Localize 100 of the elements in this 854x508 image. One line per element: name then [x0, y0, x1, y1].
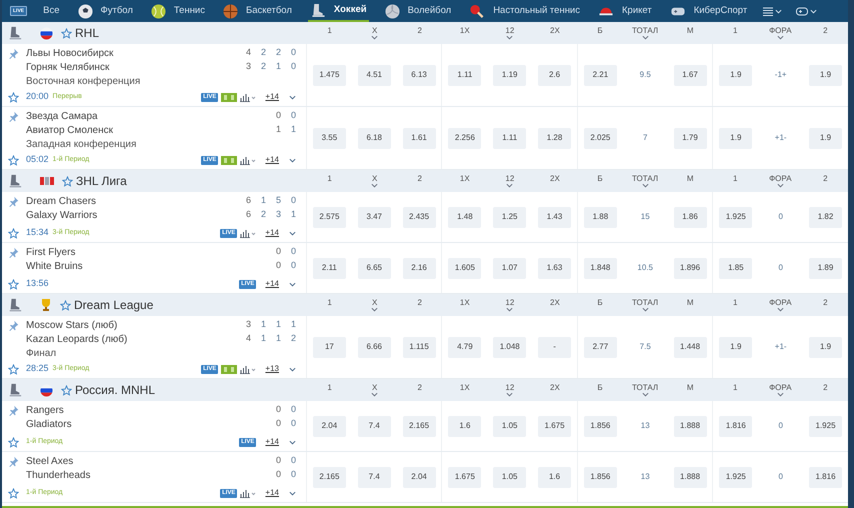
odds-button[interactable]: 6.18	[358, 128, 391, 148]
star-icon[interactable]	[60, 300, 71, 310]
sport-tab[interactable]: КиберСпорт	[668, 0, 750, 22]
column-header-button[interactable]: X	[371, 174, 378, 188]
odds-button[interactable]: 1.89	[809, 258, 842, 278]
odds-button[interactable]: 1.925	[719, 466, 752, 488]
column-header-button[interactable]: М	[686, 174, 694, 188]
odds-button[interactable]: 1.925	[719, 206, 752, 228]
more-markets-link[interactable]: +14	[265, 154, 279, 166]
sport-tab[interactable]: Футбол	[76, 0, 135, 22]
star-icon[interactable]	[8, 436, 19, 448]
column-header-button[interactable]: 1X	[460, 298, 470, 312]
column-header-button[interactable]: ТОТАЛ	[632, 26, 658, 40]
sport-tab[interactable]: Все	[41, 0, 62, 22]
column-header-button[interactable]: 1	[733, 298, 738, 312]
odds-button[interactable]: 1.48	[448, 206, 482, 228]
odds-button[interactable]: 2.16	[402, 258, 436, 278]
odds-button[interactable]: 1.88	[584, 206, 617, 228]
column-header-button[interactable]: ТОТАЛ	[632, 384, 658, 396]
odds-button[interactable]: 2.6	[538, 64, 572, 86]
column-header-button[interactable]: ТОТАЛ	[632, 298, 658, 312]
column-header-button[interactable]: Б	[597, 26, 603, 40]
column-header-button[interactable]: Б	[597, 384, 603, 396]
column-header-button[interactable]: 2X	[550, 298, 560, 312]
odds-button[interactable]: 1.816	[809, 466, 842, 488]
odds-button[interactable]: 1.848	[584, 258, 617, 278]
pin-icon[interactable]	[8, 404, 19, 416]
column-header-button[interactable]: 2	[417, 26, 422, 40]
odds-button[interactable]: 2.21	[584, 64, 617, 86]
gamepad-menu-button[interactable]	[796, 6, 818, 16]
column-header-button[interactable]: 2	[823, 384, 828, 396]
column-header-button[interactable]: ФОРА	[769, 174, 792, 188]
odds-button[interactable]: 2.11	[312, 258, 346, 278]
odds-button[interactable]: 1.6	[538, 466, 572, 488]
odds-button[interactable]: 4.51	[358, 64, 391, 86]
column-header-button[interactable]: 1X	[460, 26, 470, 40]
star-icon[interactable]	[8, 278, 19, 290]
odds-button[interactable]: 1.05	[493, 466, 526, 488]
column-header-button[interactable]: 1	[733, 174, 738, 188]
column-header-button[interactable]: 1	[327, 384, 332, 396]
column-header-button[interactable]: 1	[327, 26, 332, 40]
odds-button[interactable]: 1.816	[719, 416, 752, 436]
column-header-button[interactable]: 2	[823, 298, 828, 312]
sport-tab[interactable]: Крикет	[596, 0, 654, 22]
odds-button[interactable]: 2.025	[584, 128, 617, 148]
star-icon[interactable]	[8, 364, 19, 374]
bar-chart-icon[interactable]	[240, 364, 256, 374]
odds-button[interactable]: 1.675	[448, 466, 482, 488]
league-name[interactable]: ЗHL Лига	[76, 172, 127, 190]
column-header-button[interactable]: 1	[733, 26, 738, 40]
column-header-button[interactable]: 2X	[550, 384, 560, 396]
more-markets-link[interactable]: +14	[265, 278, 279, 290]
odds-button[interactable]: 1.9	[719, 128, 752, 148]
column-header-button[interactable]: ФОРА	[769, 384, 792, 396]
column-header-button[interactable]: X	[371, 298, 378, 312]
column-header-button[interactable]: 12	[505, 26, 514, 40]
odds-button[interactable]: -	[538, 336, 572, 358]
odds-button[interactable]: 6.66	[358, 336, 391, 358]
odds-button[interactable]: 1.9	[809, 336, 842, 358]
menu-button[interactable]	[763, 6, 782, 16]
odds-button[interactable]: 1.475	[312, 64, 346, 86]
odds-button[interactable]: 1.11	[448, 64, 482, 86]
league-name[interactable]: RHL	[75, 24, 100, 42]
column-header-button[interactable]: 1X	[460, 174, 470, 188]
odds-button[interactable]: 6.13	[402, 64, 436, 86]
odds-button[interactable]: 1.9	[719, 64, 752, 86]
odds-button[interactable]: 1.25	[493, 206, 526, 228]
odds-button[interactable]: 1.115	[402, 336, 436, 358]
odds-button[interactable]: 2.435	[402, 206, 436, 228]
odds-button[interactable]: 1.63	[538, 258, 572, 278]
column-header-button[interactable]: 2X	[550, 26, 560, 40]
column-header-button[interactable]: 2	[417, 174, 422, 188]
column-header-button[interactable]: 2	[823, 26, 828, 40]
bar-chart-icon[interactable]	[240, 488, 256, 498]
column-header-button[interactable]: Б	[597, 174, 603, 188]
star-icon[interactable]	[8, 92, 19, 102]
star-icon[interactable]	[8, 488, 19, 498]
star-icon[interactable]	[61, 384, 72, 396]
odds-button[interactable]: 4.79	[448, 336, 482, 358]
league-name[interactable]: Dream League	[74, 296, 154, 314]
odds-button[interactable]: 1.11	[493, 128, 526, 148]
odds-button[interactable]: 3.47	[358, 206, 391, 228]
odds-button[interactable]: 1.82	[809, 206, 842, 228]
odds-button[interactable]: 17	[312, 336, 346, 358]
column-header-button[interactable]: ТОТАЛ	[632, 174, 658, 188]
column-header-button[interactable]: 2	[417, 298, 422, 312]
more-markets-link[interactable]: +14	[265, 487, 279, 499]
pin-icon[interactable]	[8, 110, 19, 122]
odds-button[interactable]: 3.55	[312, 128, 346, 148]
column-header-button[interactable]: X	[371, 384, 378, 396]
odds-button[interactable]: 2.04	[312, 416, 346, 436]
odds-button[interactable]: 1.896	[674, 258, 707, 278]
odds-button[interactable]: 2.575	[312, 206, 346, 228]
odds-button[interactable]: 1.61	[402, 128, 436, 148]
column-header-button[interactable]: М	[686, 384, 694, 396]
odds-button[interactable]: 1.67	[674, 64, 707, 86]
odds-button[interactable]: 1.448	[674, 336, 707, 358]
more-markets-link[interactable]: +13	[265, 363, 279, 375]
pin-icon[interactable]	[8, 320, 19, 330]
column-header-button[interactable]: М	[686, 298, 694, 312]
